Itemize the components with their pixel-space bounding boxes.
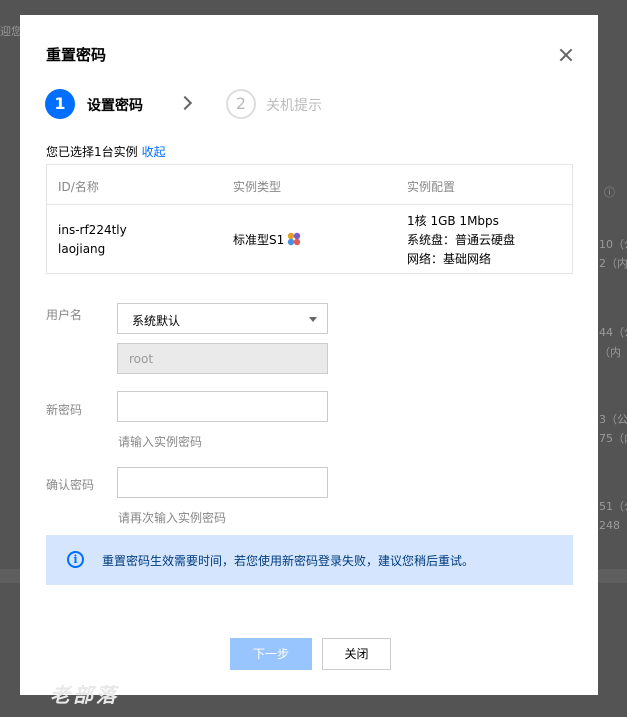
background-text: 248（内 <box>599 519 627 532</box>
dialog-title: 重置密码 <box>46 46 107 64</box>
chevron-down-icon <box>309 317 317 322</box>
instance-config-line1: 1核 1GB 1Mbps <box>407 214 499 228</box>
new-password-hint: 请输入实例密码 <box>118 435 203 449</box>
step-2-indicator: 2 <box>226 89 256 119</box>
column-header-type: 实例类型 <box>233 180 282 194</box>
background-text: 3（公 <box>599 413 627 426</box>
instance-table: ID/名称 实例类型 实例配置 ins-rf224tly laojiang 标准… <box>46 164 573 274</box>
background-text: 迎您 <box>0 25 22 38</box>
confirm-password-hint: 请再次输入实例密码 <box>118 511 227 525</box>
instance-name: laojiang <box>58 242 106 256</box>
info-icon: i <box>67 551 84 568</box>
username-label: 用户名 <box>46 308 83 322</box>
background-text: 10（公 <box>599 238 627 251</box>
puzzle-icon <box>288 232 301 246</box>
instance-type-cell: 标准型S1 <box>233 231 301 250</box>
step-2-label: 关机提示 <box>266 98 322 114</box>
new-password-label: 新密码 <box>46 403 83 417</box>
step-1-indicator: 1 <box>45 89 75 119</box>
column-header-id: ID/名称 <box>58 180 99 194</box>
selected-count: 您已选择1台实例 收起 <box>46 143 166 160</box>
confirm-password-label: 确认密码 <box>46 478 95 492</box>
reset-password-dialog: 重置密码 1 设置密码 2 关机提示 您已选择1台实例 收起 ID/名称 实例类型… <box>20 15 598 707</box>
confirm-password-input[interactable] <box>117 467 328 498</box>
instance-id: ins-rf224tly <box>58 223 127 237</box>
close-icon[interactable] <box>555 44 577 66</box>
instance-config-line3: 网络：基础网络 <box>407 252 492 266</box>
next-step-button[interactable]: 下一步 <box>230 638 312 670</box>
username-select-value: 系统默认 <box>132 314 181 328</box>
step-1-label: 设置密码 <box>87 98 143 114</box>
background-info-icon: ⓘ <box>604 186 615 199</box>
background-text: 2（内 <box>599 257 627 270</box>
collapse-link[interactable]: 收起 <box>142 145 166 159</box>
background-text: 51（公 <box>599 500 627 513</box>
instance-type: 标准型S1 <box>233 233 285 247</box>
selected-count-text: 您已选择1台实例 <box>46 145 138 159</box>
close-button[interactable]: 关闭 <box>322 638 391 670</box>
username-readonly-field: root <box>117 343 328 374</box>
column-header-config: 实例配置 <box>407 180 456 194</box>
username-select[interactable]: 系统默认 <box>117 303 328 334</box>
table-header: ID/名称 实例类型 实例配置 <box>47 165 572 205</box>
background-text: 44（公 <box>599 326 627 339</box>
info-notice: i 重置密码生效需要时间，若您使用新密码登录失败，建议您稍后重试。 <box>46 535 573 585</box>
watermark-logo: 老部落 <box>50 683 119 707</box>
background-text: 75（内 <box>599 432 627 445</box>
instance-config-line2: 系统盘：普通云硬盘 <box>407 233 516 247</box>
new-password-input[interactable] <box>117 391 328 422</box>
notice-text: 重置密码生效需要时间，若您使用新密码登录失败，建议您稍后重试。 <box>102 554 475 568</box>
chevron-right-icon <box>177 95 193 111</box>
background-text: （内 <box>599 346 621 359</box>
